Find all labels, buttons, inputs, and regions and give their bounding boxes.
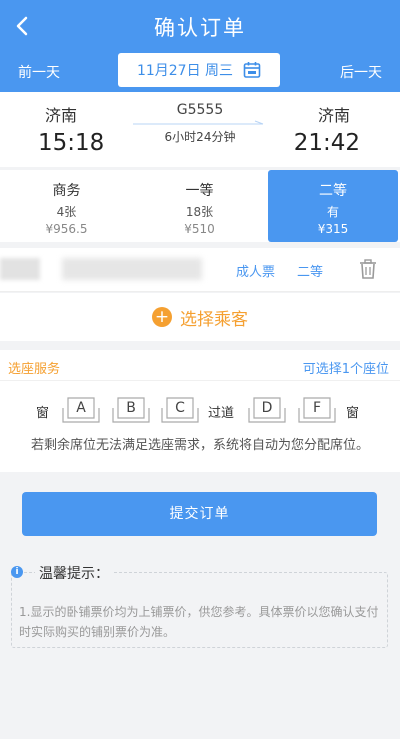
- info-icon: i: [11, 566, 23, 578]
- seat-button-f[interactable]: F: [298, 396, 336, 424]
- seat-letter: D: [261, 400, 273, 416]
- seat-selection-panel: 选座服务 可选择1个座位 窗 A B C 过道 D F 窗 若剩余席位无法满足选…: [0, 350, 400, 472]
- date-text: 11月27日 周三: [136, 63, 234, 79]
- route-arrow-icon: [133, 120, 264, 125]
- calendar-icon: [243, 62, 261, 78]
- window-label: 窗: [36, 406, 50, 421]
- seat-service-note: 若剩余席位无法满足选座需求，系统将自动为您分配席位。: [30, 438, 369, 453]
- prev-day-button[interactable]: 前一天: [18, 62, 60, 82]
- submit-order-button[interactable]: 提交订单: [22, 492, 377, 536]
- train-info: 济南 15:18 G5555 6小时24分钟 济南 21:42: [0, 92, 400, 167]
- seat-button-c[interactable]: C: [161, 396, 199, 424]
- seat-class-price: ¥956.5: [45, 222, 88, 236]
- seat-letter: A: [76, 400, 86, 416]
- page-title: 确认订单: [154, 16, 246, 40]
- aisle-label: 过道: [208, 406, 235, 421]
- seat-class-selector: 商务 4张 ¥956.5 一等 18张 ¥510 二等 有 ¥315: [0, 170, 400, 242]
- seat-letter: B: [126, 400, 136, 416]
- seat-service-title: 选座服务: [8, 362, 61, 377]
- header-bar: 确认订单 前一天 11月27日 周三 后一天: [0, 0, 400, 92]
- ticket-type-selector[interactable]: 成人票: [236, 261, 275, 280]
- seat-class-price: ¥510: [184, 222, 215, 236]
- arrival-station: 济南: [317, 106, 350, 125]
- seat-letter: C: [175, 400, 185, 416]
- trash-icon[interactable]: [358, 258, 378, 280]
- seat-class-business[interactable]: 商务 4张 ¥956.5: [0, 170, 133, 242]
- passenger-id-redacted: [62, 258, 202, 280]
- seat-class-name: 商务: [52, 183, 81, 199]
- date-selector[interactable]: 11月27日 周三: [118, 53, 280, 87]
- seat-class-price: ¥315: [317, 222, 349, 236]
- passenger-name-redacted: [0, 258, 40, 280]
- next-day-button[interactable]: 后一天: [340, 62, 382, 82]
- seat-class-name: 二等: [319, 183, 347, 199]
- tips-section: i 温馨提示： 1.显示的卧铺票价均为上铺票价，供您参考。具体票价以您确认支付时…: [0, 556, 400, 656]
- arrival-time: 21:42: [293, 130, 360, 156]
- plus-circle-icon: +: [152, 307, 172, 327]
- seat-class-name: 一等: [185, 183, 214, 199]
- tips-text: 1.显示的卧铺票价均为上铺票价，供您参考。具体票价以您确认支付时实际购买的铺别票…: [19, 605, 379, 639]
- seat-button-a[interactable]: A: [62, 396, 100, 424]
- passenger-seat-class[interactable]: 二等: [297, 261, 323, 280]
- seat-button-b[interactable]: B: [112, 396, 150, 424]
- seat-class-first[interactable]: 一等 18张 ¥510: [133, 170, 266, 242]
- tips-title: 温馨提示：: [35, 563, 113, 583]
- choose-passenger-label: 选择乘客: [180, 309, 248, 330]
- seat-letter: F: [312, 400, 322, 416]
- seat-button-d[interactable]: D: [248, 396, 286, 424]
- divider: [0, 380, 400, 381]
- seat-class-count: 有: [326, 205, 339, 219]
- choose-passenger-button[interactable]: + 选择乘客: [0, 293, 400, 341]
- seat-class-count: 18张: [185, 205, 214, 219]
- seat-service-hint: 可选择1个座位: [302, 362, 389, 377]
- window-label: 窗: [346, 406, 360, 421]
- seat-class-second[interactable]: 二等 有 ¥315: [268, 170, 398, 242]
- passenger-row: 成人票 二等: [0, 248, 400, 292]
- seat-class-count: 4张: [56, 205, 77, 219]
